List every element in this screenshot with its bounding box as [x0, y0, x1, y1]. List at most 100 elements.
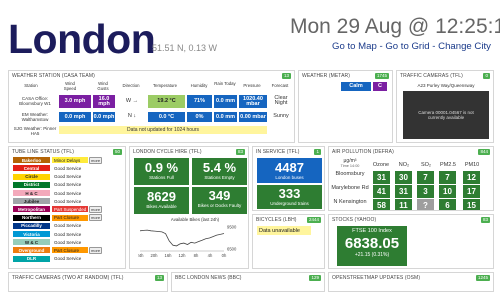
ftse-stat: FTSE 100 Index 6838.05 +21.15 (0.31%)	[337, 226, 407, 266]
tube-line-name: W & C	[13, 239, 50, 246]
aq-location: Bloomsbury	[335, 171, 365, 177]
bikes-available-stat: 8629 Bikes Available	[134, 187, 189, 214]
stat-value: 0.9 %	[144, 160, 179, 175]
traffic-cameras-random-panel: Traffic Cameras (Two at Random) (TfL) 13	[8, 272, 168, 292]
panel-badge: 1	[314, 149, 321, 155]
change-city-link[interactable]: Change City	[438, 41, 491, 52]
stat-value: 4487	[275, 160, 304, 175]
chart-x-tick: 16h	[165, 253, 173, 258]
tube-line-status: Minor Delays	[52, 157, 88, 164]
col-pressure: Pressure	[243, 83, 261, 88]
panel-title: In Service (TfL)	[256, 149, 300, 155]
stat-value: 349	[208, 188, 231, 203]
stale-data-notice: Data not updated for 1024 hours	[59, 126, 267, 134]
tube-more-button[interactable]: more	[89, 246, 103, 254]
city-title: London	[8, 16, 156, 62]
panel-title: Weather (METAR)	[302, 73, 350, 79]
aq-value-cell: 7	[417, 171, 434, 184]
humidity-value: 0%	[187, 112, 212, 122]
panel-badge: 83	[480, 217, 490, 223]
tube-line-row: DLR Good Service	[13, 255, 88, 262]
stat-label: Bikes or Docks Faulty	[197, 203, 242, 208]
tube-line-row: Central Good Service	[13, 165, 88, 172]
aq-value-cell: 10	[439, 185, 456, 198]
panel-title: Air Pollution (DEFRA)	[332, 149, 394, 155]
panel-title: Stocks (Yahoo)	[332, 217, 377, 223]
aq-value-cell: 17	[463, 185, 480, 198]
panel-title: BBC London News (BBC)	[175, 275, 242, 281]
tube-status-panel: Tube Line Status (TfL) 50 Bakerloo Minor …	[8, 146, 126, 269]
tube-more-button[interactable]: more	[89, 205, 103, 213]
tube-line-row: Piccadilly Good Service	[13, 222, 88, 230]
station-name: EM Weather: Walthamstow	[21, 112, 49, 122]
aq-value-cell: 58	[373, 199, 390, 210]
temperature-value: 0.0 °C	[148, 112, 185, 122]
pressure-value: 1020.40 mbar	[239, 95, 267, 108]
traffic-cameras-panel: Traffic Cameras (TfL) 0 A23 Purley Way/Q…	[396, 70, 494, 143]
tube-line-status: Good Service	[52, 173, 88, 180]
go-to-map-link[interactable]: Go to Map	[332, 41, 377, 52]
panel-badge: 50	[112, 149, 122, 155]
tube-line-name: Metropolitan	[13, 206, 50, 213]
station-name: CASA Office: Bloomsbury W1	[19, 96, 51, 106]
tube-more-button[interactable]: more	[89, 156, 103, 164]
panel-badge: 0	[483, 73, 490, 79]
stat-label: Underground trains	[270, 201, 309, 206]
rain-value: 0.0 mm	[214, 112, 237, 122]
stat-value: 5.4 %	[202, 160, 237, 175]
stocks-panel: Stocks (Yahoo) 83 FTSE 100 Index 6838.05…	[328, 214, 494, 269]
wind-speed-value: 0.0 mph	[59, 112, 91, 122]
metar-wind-calm: Calm	[341, 82, 371, 91]
stations-empty-stat: 5.4 % Stations Empty	[192, 158, 247, 185]
panel-title: OpenStreetMap Updates (OSM)	[332, 275, 421, 281]
panel-title: Tube Line Status (TfL)	[12, 149, 75, 155]
panel-badge: 2444	[306, 217, 321, 223]
stat-label: Bikes Available	[146, 204, 177, 209]
stat-label: Stations Full	[149, 175, 174, 180]
tube-line-row: W & C Good Service	[13, 239, 88, 246]
go-to-grid-link[interactable]: Go to Grid	[385, 41, 429, 52]
aq-col: NO₂	[398, 162, 410, 168]
bikes-line	[139, 229, 225, 247]
tube-line-name: Circle	[13, 173, 50, 180]
tube-line-name: Piccadilly	[13, 222, 50, 229]
camera-name: A23 Purley Way/Queensway	[417, 83, 475, 88]
city-coords: 51.51 N, 0.13 W	[152, 43, 218, 53]
stations-full-stat: 0.9 % Stations Full	[134, 158, 189, 185]
bbc-news-panel: BBC London News (BBC) 129	[171, 272, 325, 292]
chart-title: Available Bikes (last 24h)	[170, 217, 220, 222]
tube-line-row: Metropolitan Part Suspended more	[13, 205, 103, 213]
nav-separator: -	[432, 41, 436, 52]
bicycles-panel: Bicycles (LBH) 2444 Data unavailable	[252, 214, 325, 269]
chart-x-tick: 12h	[179, 253, 187, 258]
stat-value: 333	[278, 186, 301, 201]
temperature-value: 19.2 °C	[148, 95, 185, 108]
chart-y-tick: 9500	[227, 225, 237, 230]
tube-line-status: Good Service	[52, 255, 88, 262]
col-humidity: Humidity	[190, 83, 208, 88]
datetime: Mon 29 Aug @ 12:25:17	[290, 15, 500, 38]
panel-badge: 1245	[475, 275, 490, 281]
tube-line-name: H & C	[13, 190, 50, 197]
forecast-value: Clear Night	[274, 95, 288, 106]
camera-image[interactable]: Camera 00001.04567 is not currently avai…	[403, 91, 489, 139]
in-service-panel: In Service (TfL) 1 4487 London buses 333…	[252, 146, 325, 211]
stat-label: London buses	[275, 175, 304, 180]
col-forecast: Forecast	[271, 83, 289, 88]
tube-line-name: Victoria	[13, 231, 50, 238]
aq-col: Ozone	[372, 162, 390, 168]
tube-more-button[interactable]: more	[89, 214, 103, 222]
aq-value-cell: 31	[395, 185, 412, 198]
panel-title: Bicycles (LBH)	[256, 217, 297, 223]
tube-line-name: Central	[13, 165, 50, 172]
tube-line-status: Good Service	[52, 190, 88, 197]
col-wind-speed: Wind Speed	[63, 81, 77, 91]
tube-line-row: Jubilee Good Service	[13, 198, 88, 205]
aq-value-cell: 7	[439, 171, 456, 184]
metar-temp: C	[373, 82, 387, 91]
stock-value: 6838.05	[344, 235, 400, 252]
aq-value-cell: ?	[417, 199, 434, 210]
tube-line-row: Overground Part Closure more	[13, 246, 103, 254]
aq-col: PM10	[464, 162, 480, 168]
col-wind-gusts: Wind Gusts	[97, 81, 109, 91]
